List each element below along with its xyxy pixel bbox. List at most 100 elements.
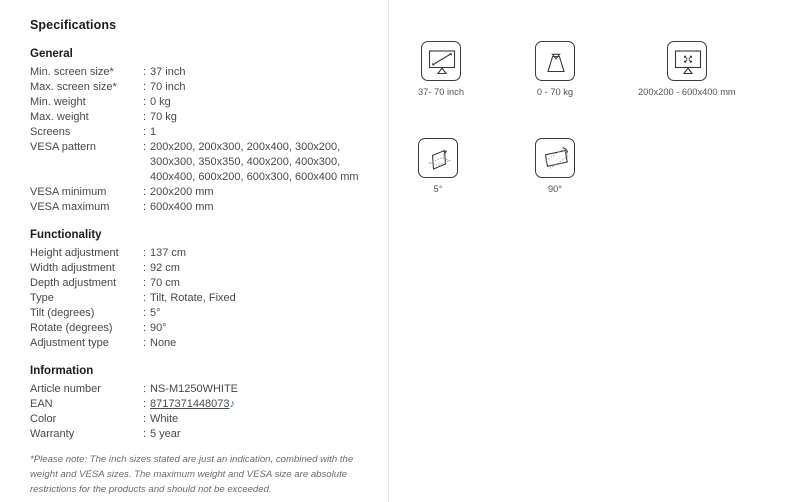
icon-caption: 5° — [433, 184, 443, 194]
spec-row: Adjustment type : None — [30, 336, 370, 351]
spec-label: Tilt (degrees) — [30, 307, 95, 319]
spec-label: Rotate (degrees) — [30, 322, 113, 334]
spec-label: Depth adjustment — [30, 277, 117, 289]
feature-icon-screen-size: 37- 70 inch — [418, 41, 464, 98]
spec-row: Width adjustment : 92 cm — [30, 261, 370, 276]
spec-separator: : — [143, 247, 147, 259]
spec-label: Screens — [30, 126, 71, 138]
spec-group-functionality: Functionality Height adjustment : 137 cm… — [30, 229, 370, 351]
spec-separator: : — [143, 96, 147, 108]
spec-label: Color — [30, 413, 57, 425]
specifications-panel: Specifications General Min. screen size*… — [0, 0, 389, 502]
spec-value: White — [150, 413, 179, 425]
spec-label: Height adjustment — [30, 247, 119, 259]
spec-row: Max. weight : 70 kg — [30, 110, 370, 125]
spec-group-general: General Min. screen size* : 37 inch Max.… — [30, 48, 370, 215]
spec-label: Max. weight — [30, 111, 89, 123]
spec-value: None — [150, 337, 177, 349]
spec-separator: : — [143, 111, 147, 123]
spec-value: 70 cm — [150, 277, 180, 289]
spec-value: 5° — [150, 307, 161, 319]
spec-row: VESA minimum : 200x200 mm — [30, 185, 370, 200]
spec-label: Warranty — [30, 428, 75, 440]
spec-value: 600x400 mm — [150, 201, 214, 213]
vesa-pattern-icon — [666, 41, 707, 81]
weight-icon — [535, 41, 575, 81]
spec-row-ean: EAN : 8717371448073♪ — [30, 397, 370, 412]
spec-row: Type : Tilt, Rotate, Fixed — [30, 291, 370, 306]
spec-value: 8717371448073♪ — [150, 397, 370, 412]
spec-row: Article number : NS-M1250WHITE — [30, 382, 370, 397]
spec-row: Min. screen size* : 37 inch — [30, 65, 370, 80]
spec-row: Warranty : 5 year — [30, 427, 370, 442]
spec-row: Height adjustment : 137 cm — [30, 246, 370, 261]
footnote-disclaimer: *Please note: The inch sizes stated are … — [30, 454, 354, 495]
screen-size-icon — [421, 41, 461, 81]
spec-separator: : — [143, 81, 147, 93]
spec-value: Tilt, Rotate, Fixed — [150, 292, 236, 304]
spec-value: 92 cm — [150, 262, 180, 274]
feature-icon-vesa-pattern: 200x200 - 600x400 mm — [638, 41, 736, 98]
spec-row: Rotate (degrees) : 90° — [30, 321, 370, 336]
feature-icon-rotate: 90° — [535, 138, 575, 195]
spec-value: 1 — [150, 126, 157, 138]
spec-row: Tilt (degrees) : 5° — [30, 306, 370, 321]
spec-label: Max. screen size* — [30, 81, 117, 93]
spec-label: Type — [30, 292, 54, 304]
feature-icon-weight: 0 - 70 kg — [535, 41, 575, 98]
spec-separator: : — [143, 322, 147, 334]
page-title: Specifications — [30, 18, 117, 32]
spec-row-vesa-pattern: VESA pattern : 200x200, 200x300, 200x400… — [30, 140, 370, 185]
spec-row: Max. screen size* : 70 inch — [30, 80, 370, 95]
spec-value-line: 200x200, 200x300, 200x400, 300x200, — [150, 141, 341, 153]
spec-value: 90° — [150, 322, 167, 334]
spec-value: 37 inch — [150, 66, 186, 78]
spec-row: Color : White — [30, 412, 370, 427]
spec-separator: : — [143, 277, 147, 289]
spec-value: 70 inch — [150, 81, 186, 93]
spec-separator: : — [143, 337, 147, 349]
icon-caption: 37- 70 inch — [418, 87, 464, 97]
ean-note-icon[interactable]: ♪ — [230, 398, 236, 410]
spec-label: Min. weight — [30, 96, 86, 108]
icon-caption: 200x200 - 600x400 mm — [638, 87, 736, 97]
spec-separator: : — [143, 186, 147, 198]
spec-label: VESA pattern — [30, 141, 97, 153]
spec-row: Min. weight : 0 kg — [30, 95, 370, 110]
spec-value: 70 kg — [150, 111, 177, 123]
spec-row: Depth adjustment : 70 cm — [30, 276, 370, 291]
group-title: Functionality — [30, 229, 102, 241]
spec-separator: : — [143, 383, 147, 395]
spec-label: Width adjustment — [30, 262, 115, 274]
tilt-icon — [418, 138, 458, 178]
icon-caption: 90° — [547, 184, 563, 194]
group-title: General — [30, 48, 73, 60]
spec-value: NS-M1250WHITE — [150, 383, 239, 395]
spec-value: 137 cm — [150, 247, 187, 259]
spec-label: VESA maximum — [30, 201, 110, 213]
ean-link[interactable]: 8717371448073 — [150, 398, 230, 410]
spec-value-line: 400x400, 600x200, 600x300, 600x400 mm — [150, 171, 359, 183]
specifications-page: Specifications General Min. screen size*… — [0, 0, 800, 502]
spec-separator: : — [143, 428, 147, 440]
spec-separator: : — [143, 141, 147, 153]
spec-label: Adjustment type — [30, 337, 109, 349]
spec-value: 200x200 mm — [150, 186, 214, 198]
spec-value: 5 year — [150, 428, 181, 440]
feature-icon-tilt: 5° — [418, 138, 458, 195]
spec-label: Article number — [30, 383, 101, 395]
icon-caption: 0 - 70 kg — [536, 87, 574, 97]
spec-value-line: 300x300, 350x350, 400x200, 400x300, — [150, 156, 341, 168]
spec-separator: : — [143, 307, 147, 319]
spec-separator: : — [143, 66, 147, 78]
spec-row: Screens : 1 — [30, 125, 370, 140]
group-title: Information — [30, 365, 94, 377]
spec-separator: : — [143, 292, 147, 304]
spec-separator: : — [143, 398, 147, 410]
spec-separator: : — [143, 262, 147, 274]
spec-group-information: Information Article number : NS-M1250WHI… — [30, 365, 370, 442]
spec-separator: : — [143, 201, 147, 213]
spec-separator: : — [143, 126, 147, 138]
spec-label: VESA minimum — [30, 186, 107, 198]
spec-row: VESA maximum : 600x400 mm — [30, 200, 370, 215]
